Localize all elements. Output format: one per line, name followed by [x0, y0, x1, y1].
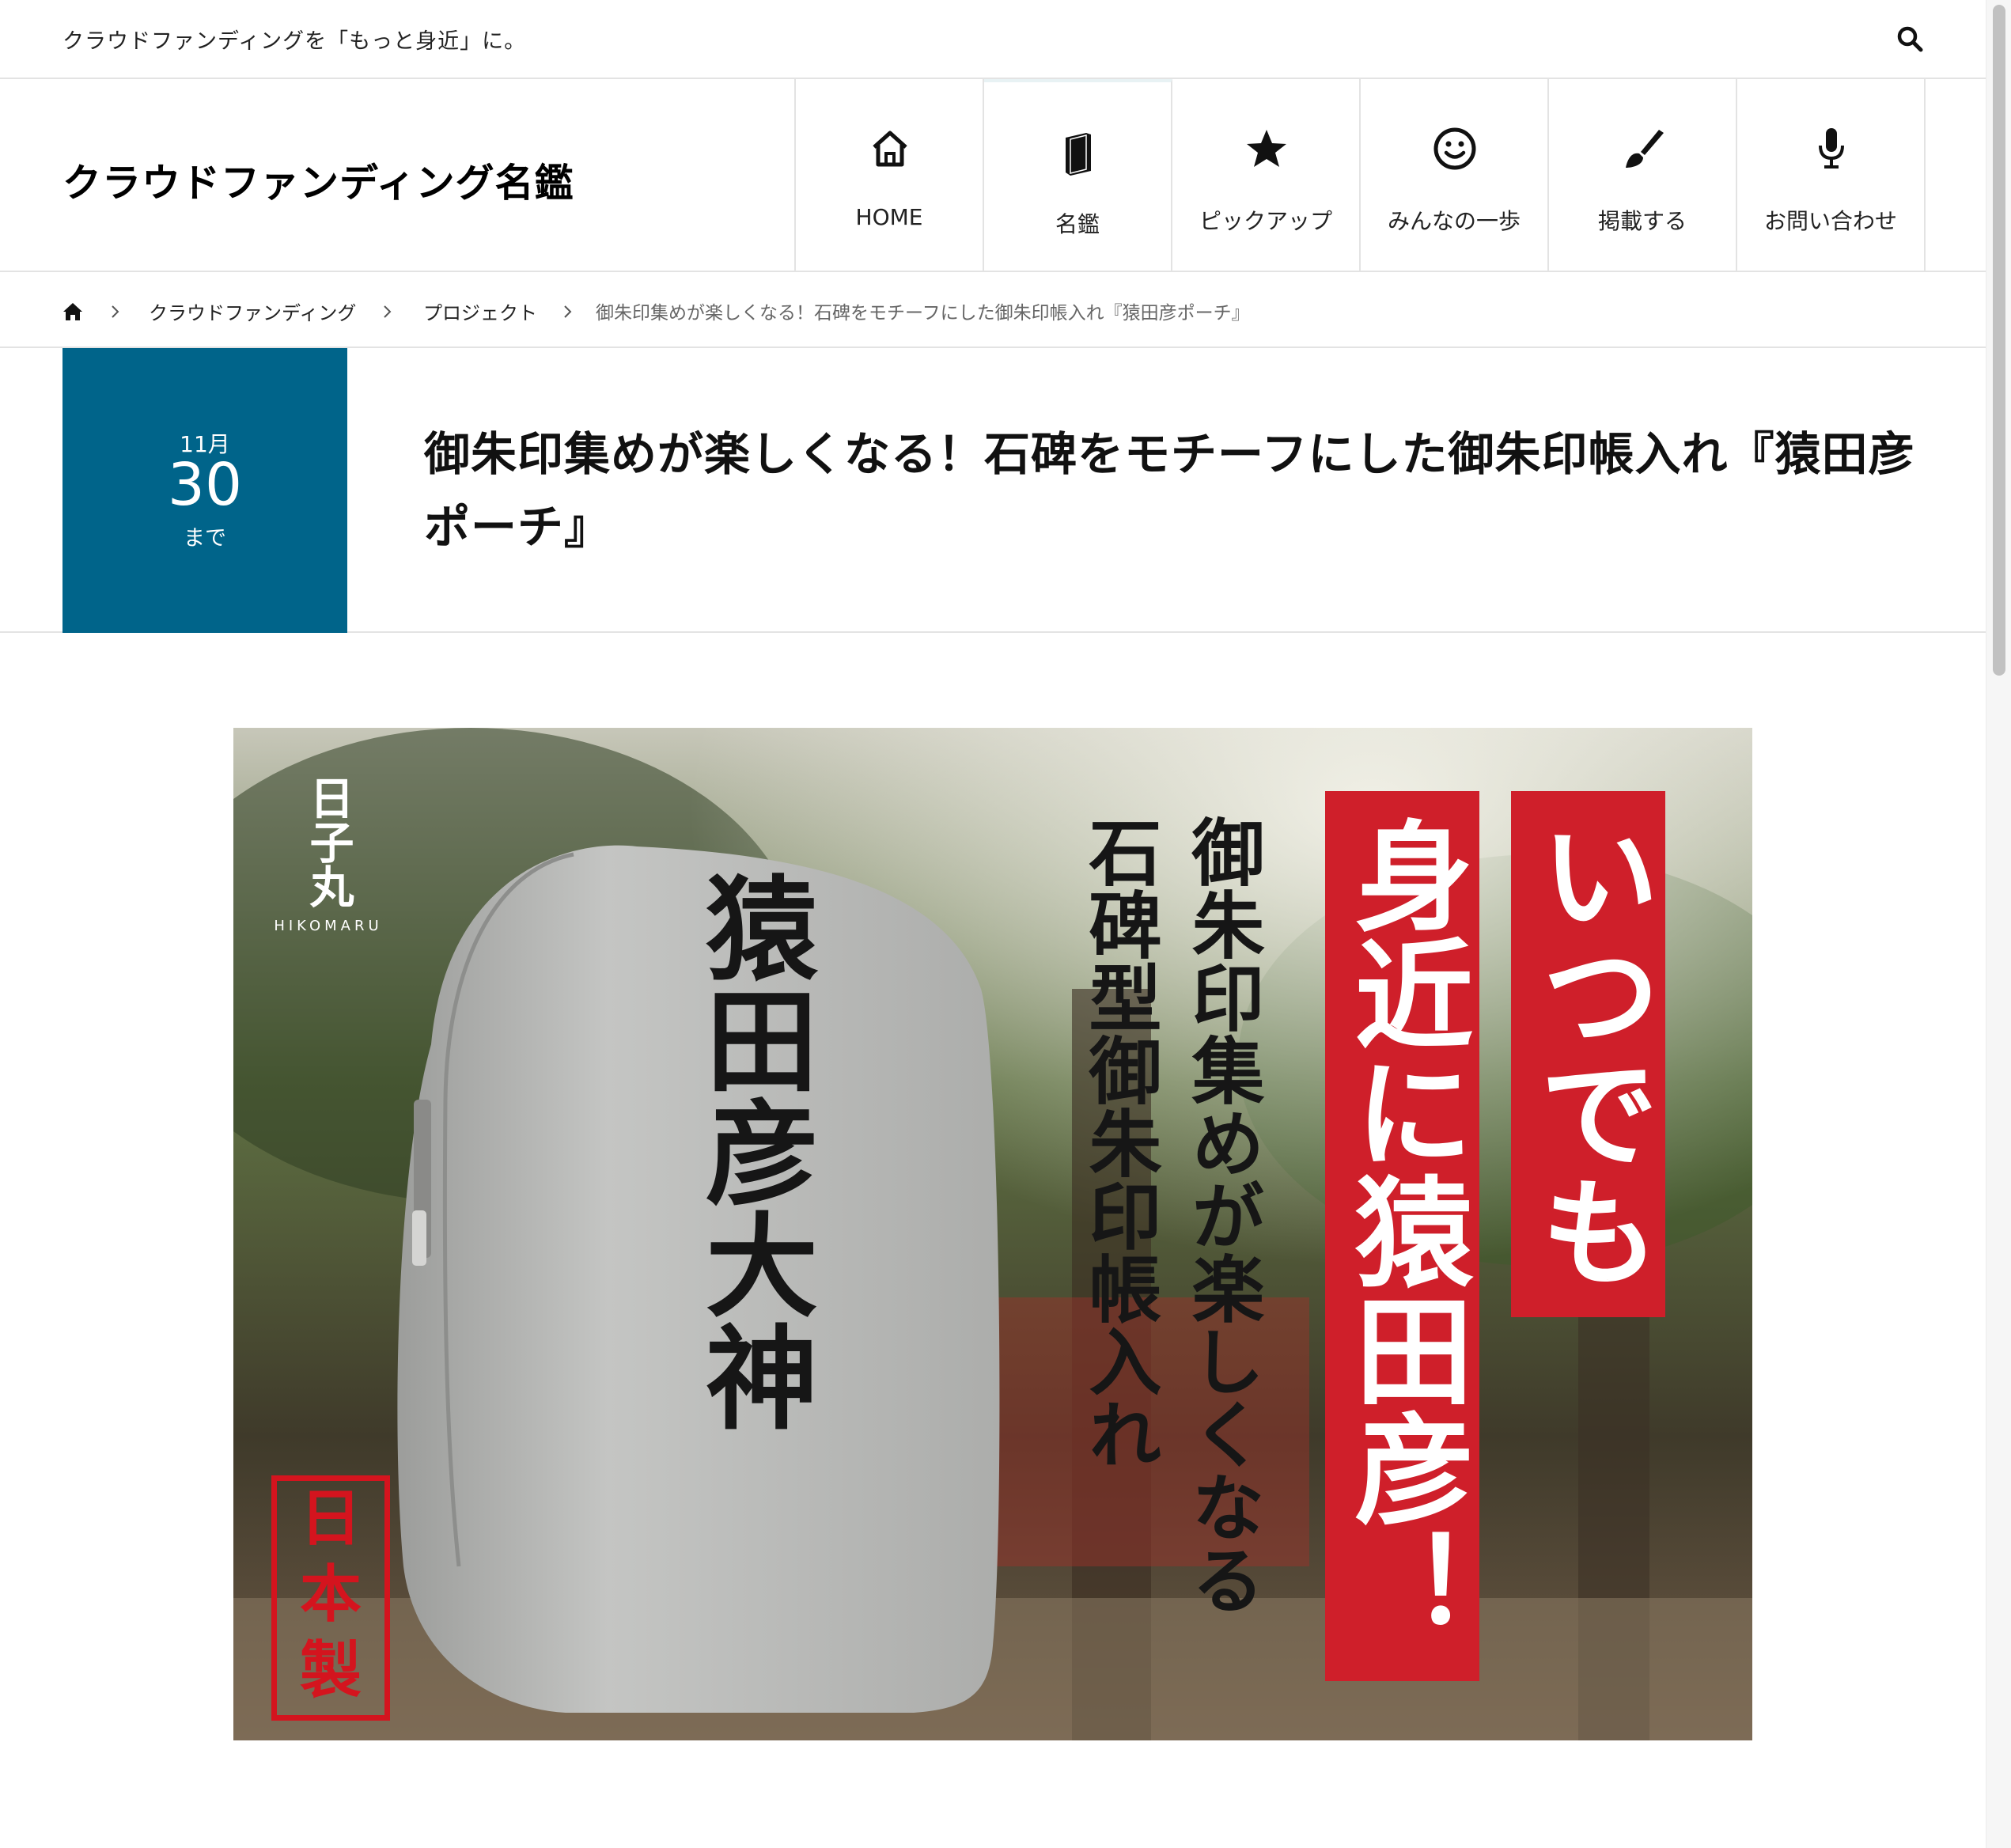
- site-logo[interactable]: クラウドファンディング名鑑: [62, 152, 574, 208]
- nav-item-home[interactable]: HOME: [796, 79, 984, 272]
- book-icon: [1055, 128, 1102, 176]
- banner-text-1: いつでも: [1521, 815, 1660, 1289]
- brand-logo-kanji: 日子丸: [302, 775, 354, 908]
- deadline-day: 30: [167, 451, 243, 519]
- nav-label: HOME: [855, 204, 923, 230]
- top-bar: クラウドファンディングを「もっと身近」に。: [0, 0, 1986, 79]
- microphone-icon: [1808, 125, 1855, 172]
- breadcrumb-link-project[interactable]: プロジェクト: [423, 297, 537, 325]
- chevron-right-icon: [380, 301, 396, 323]
- brush-icon: [1619, 125, 1667, 172]
- nav-item-directory[interactable]: 名鑑: [984, 79, 1172, 272]
- brand-logo-roman: HIKOMARU: [274, 918, 383, 934]
- nav-item-contact[interactable]: お問い合わせ: [1737, 79, 1926, 272]
- breadcrumb-current: 御朱印集めが楽しくなる！石碑をモチーフにした御朱印帳入れ『猿田彦ポーチ』: [596, 303, 1250, 324]
- star-icon: [1243, 125, 1290, 172]
- nav-label: 名鑑: [1055, 211, 1100, 237]
- scrollbar-thumb[interactable]: [1993, 5, 2005, 676]
- nav-item-pickup[interactable]: ピックアップ: [1172, 79, 1361, 272]
- breadcrumb-link-crowdfunding[interactable]: クラウドファンディング: [149, 297, 356, 325]
- chevron-right-icon: [560, 301, 576, 323]
- hero-image: 日子丸 HIKOMARU 猿田彦大神 日 本 製 いつでも 身近に猿田彦！ 御朱…: [233, 728, 1752, 1740]
- home-icon: [866, 125, 914, 172]
- global-nav: HOME 名鑑 ピックアップ みんなの一歩 掲載する お問い合わせ: [794, 79, 1989, 272]
- page-title: 御朱印集めが楽しくなる！石碑をモチーフにした御朱印帳入れ『猿田彦ポーチ』: [424, 427, 1915, 554]
- home-icon[interactable]: [62, 301, 84, 323]
- hero-caption-1: 御朱印集めが楽しくなる: [1180, 815, 1265, 1615]
- pouch-inscription: 猿田彦大神: [686, 870, 817, 1432]
- nav-item-post[interactable]: 掲載する: [1549, 79, 1737, 272]
- site-tagline: クラウドファンディングを「もっと身近」に。: [62, 29, 527, 54]
- banner-text-2: 身近に猿田彦！: [1335, 815, 1474, 1645]
- chevron-right-icon: [108, 301, 123, 323]
- smile-icon: [1431, 125, 1479, 172]
- deadline-suffix: まで: [184, 526, 226, 551]
- nav-label: ピックアップ: [1199, 208, 1332, 234]
- page-scrollbar[interactable]: [1986, 0, 2011, 1848]
- nav-label: みんなの一歩: [1387, 208, 1521, 234]
- nav-label: お問い合わせ: [1763, 208, 1897, 234]
- nav-label: 掲載する: [1597, 208, 1687, 234]
- made-in-japan-stamp: 日 本 製: [271, 1475, 390, 1721]
- nav-item-everyone-step[interactable]: みんなの一歩: [1361, 79, 1549, 272]
- deadline-badge: 11月 30 まで: [62, 348, 347, 633]
- search-icon[interactable]: [1895, 24, 1926, 55]
- hero-caption-2: 石碑型御朱印帳入れ: [1077, 815, 1162, 1470]
- brand-logo: 日子丸 HIKOMARU: [269, 775, 388, 934]
- site-header: クラウドファンディング名鑑 HOME 名鑑 ピックアップ みんなの一歩 掲載する…: [0, 79, 1986, 272]
